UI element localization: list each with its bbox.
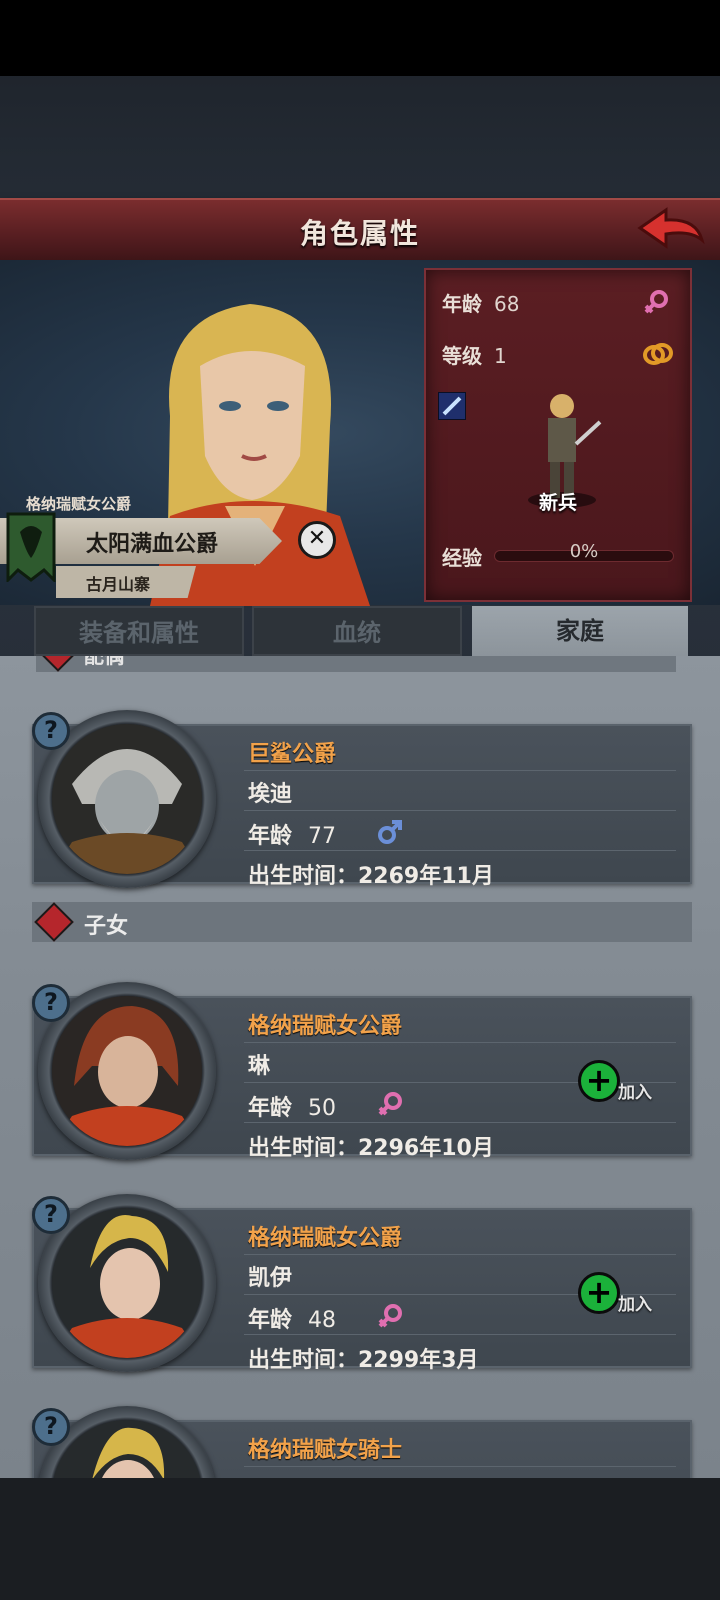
avatar xyxy=(52,996,202,1146)
child-title: 格纳瑞赋女公爵 xyxy=(248,1014,403,1039)
female-icon xyxy=(378,1092,402,1116)
spouse-card[interactable]: ? 巨鲨公爵 埃迪 年龄 77 出生时间：2269年11月 xyxy=(32,710,692,889)
age-value: 68 xyxy=(494,292,520,316)
question-icon[interactable]: ? xyxy=(32,712,70,750)
children-section-label: 子女 xyxy=(84,914,129,939)
level-stat: 等级 1 xyxy=(442,340,507,369)
child-card[interactable]: ? 格纳瑞赋女骑士 xyxy=(32,1406,692,1478)
age-stat: 年龄 68 xyxy=(442,288,519,317)
female-icon xyxy=(644,290,668,314)
join-button[interactable]: + 加入 xyxy=(578,1060,662,1106)
question-icon[interactable]: ? xyxy=(32,1196,70,1234)
tab-bar: 装备和属性 血统 家庭 xyxy=(28,606,688,656)
divider xyxy=(244,1122,676,1123)
age-label: 年龄 xyxy=(248,1096,293,1121)
character-name: 太阳满血公爵 xyxy=(86,532,219,557)
family-list[interactable]: 配偶 ? 巨鲨公爵 埃迪 年龄 77 出生时间：2269年11月 子女 ? 格纳… xyxy=(0,656,720,1478)
question-icon[interactable]: ? xyxy=(32,984,70,1022)
age-value: 50 xyxy=(308,1096,337,1121)
spouse-birth: 出生时间：2269年11月 xyxy=(248,864,494,889)
faction-banner-icon xyxy=(6,512,56,582)
join-label: 加入 xyxy=(618,1295,652,1315)
avatar xyxy=(52,1420,202,1478)
child-birth: 出生时间：2296年10月 xyxy=(248,1136,494,1161)
level-value: 1 xyxy=(494,344,507,368)
exp-label: 经验 xyxy=(442,546,482,570)
close-button[interactable]: ✕ xyxy=(298,521,336,559)
child-age: 年龄 48 xyxy=(248,1302,336,1334)
divider xyxy=(244,850,676,851)
tab-family[interactable]: 家庭 xyxy=(472,606,688,656)
child-card[interactable]: ? 格纳瑞赋女公爵 凯伊 年龄 48 出生时间：2299年3月 + 加入 xyxy=(32,1194,692,1373)
child-age: 年龄 50 xyxy=(248,1090,336,1122)
spouse-name: 埃迪 xyxy=(248,782,293,807)
spouse-section-icon xyxy=(38,656,78,672)
status-bar-area xyxy=(0,0,720,76)
divider xyxy=(244,1042,676,1043)
bottom-area xyxy=(0,1478,720,1600)
age-label: 年龄 xyxy=(248,1308,293,1333)
divider xyxy=(244,810,676,811)
plus-icon: + xyxy=(578,1272,620,1314)
age-value: 48 xyxy=(308,1308,337,1333)
settlement-name: 古月山寨 xyxy=(86,575,151,594)
page-title: 角色属性 xyxy=(299,217,420,250)
avatar xyxy=(52,1208,202,1358)
age-label: 年龄 xyxy=(442,292,482,316)
female-icon xyxy=(378,1304,402,1328)
character-title: 格纳瑞赋女公爵 xyxy=(26,495,132,513)
child-title: 格纳瑞赋女公爵 xyxy=(248,1226,403,1251)
child-title: 格纳瑞赋女骑士 xyxy=(248,1438,403,1463)
child-birth: 出生时间：2299年3月 xyxy=(248,1348,479,1373)
screen: 角色属性 年龄 68 等级 1 新兵 经验 0% 格纳瑞赋女公爵 太阳满血公爵 … xyxy=(0,0,720,1600)
children-section-header: 子女 xyxy=(32,902,692,942)
children-section-icon xyxy=(34,902,74,942)
tab-equipment[interactable]: 装备和属性 xyxy=(34,606,244,656)
spouse-age: 年龄 77 xyxy=(248,818,336,850)
child-card[interactable]: ? 格纳瑞赋女公爵 琳 年龄 50 出生时间：2296年10月 + 加入 xyxy=(32,982,692,1161)
divider xyxy=(244,1466,676,1467)
join-button[interactable]: + 加入 xyxy=(578,1272,662,1318)
exp-bar: 0% xyxy=(494,541,674,562)
title-bar: 角色属性 xyxy=(0,198,720,263)
child-name: 琳 xyxy=(248,1054,271,1079)
child-name: 凯伊 xyxy=(248,1266,293,1291)
back-arrow-icon[interactable] xyxy=(636,206,706,254)
unit-name: 新兵 xyxy=(538,492,577,514)
level-label: 等级 xyxy=(442,344,482,368)
spouse-title: 巨鲨公爵 xyxy=(248,742,337,767)
divider xyxy=(244,1334,676,1335)
divider xyxy=(244,770,676,771)
plus-icon: + xyxy=(578,1060,620,1102)
join-label: 加入 xyxy=(618,1083,652,1103)
age-value: 77 xyxy=(308,824,337,849)
avatar xyxy=(52,724,202,874)
question-icon[interactable]: ? xyxy=(32,1408,70,1446)
stats-panel: 年龄 68 等级 1 新兵 经验 0% xyxy=(424,268,692,602)
spouse-section-header: 配偶 xyxy=(36,656,676,672)
ring-icon xyxy=(643,343,673,365)
spouse-section-label: 配偶 xyxy=(84,656,124,668)
close-icon: ✕ xyxy=(307,526,327,551)
age-label: 年龄 xyxy=(248,824,293,849)
tab-lineage[interactable]: 血统 xyxy=(252,606,462,656)
male-icon xyxy=(378,820,402,844)
sword-icon xyxy=(438,392,466,420)
divider xyxy=(244,1254,676,1255)
exp-value: 0% xyxy=(569,541,599,562)
settlement-plate: 古月山寨 xyxy=(56,566,196,598)
